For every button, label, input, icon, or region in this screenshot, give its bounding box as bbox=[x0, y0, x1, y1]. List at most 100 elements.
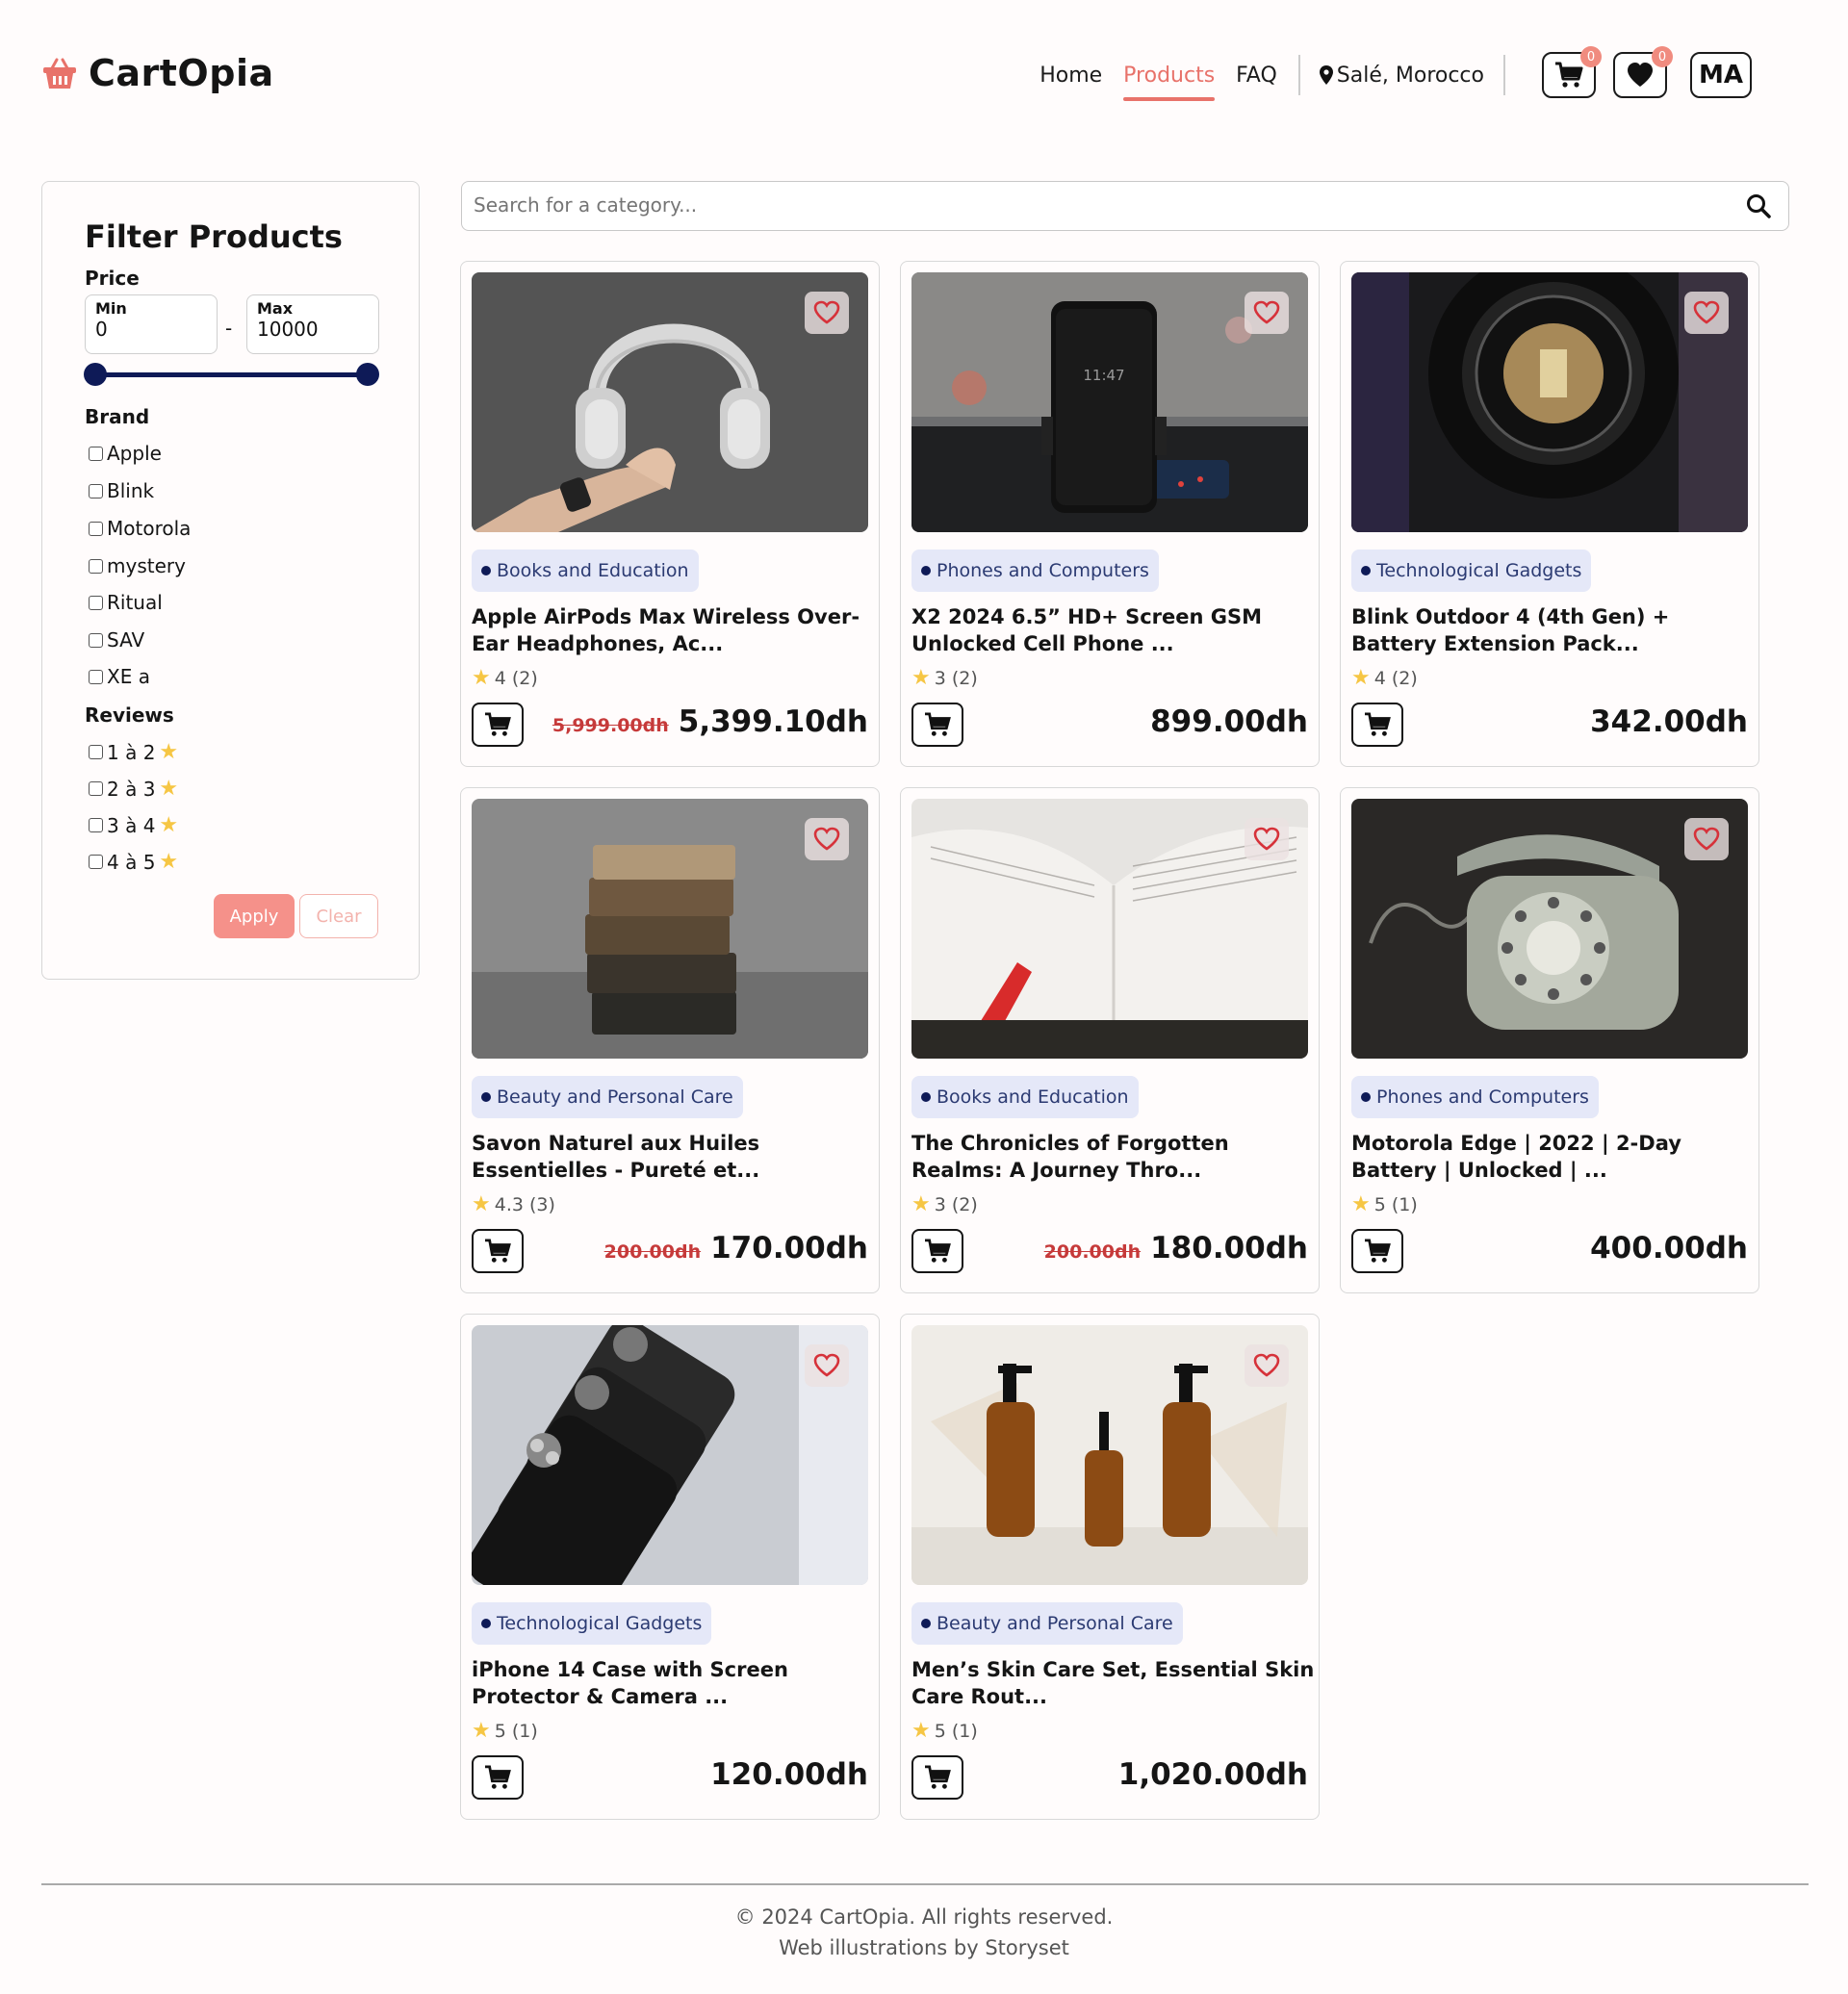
search-icon[interactable] bbox=[1746, 193, 1771, 218]
category-label: Beauty and Personal Care bbox=[937, 1613, 1173, 1634]
checkbox[interactable] bbox=[89, 745, 103, 759]
wishlist-button[interactable]: 0 bbox=[1613, 46, 1673, 98]
product-title[interactable]: X2 2024 6.5” HD+ Screen GSM Unlocked Cel… bbox=[911, 603, 1316, 657]
product-image[interactable] bbox=[472, 799, 868, 1059]
checkbox[interactable] bbox=[89, 818, 103, 832]
min-price-field[interactable]: Min 0 bbox=[85, 294, 218, 354]
product-card[interactable]: Books and Education Apple AirPods Max Wi… bbox=[460, 261, 880, 767]
checkbox[interactable] bbox=[89, 446, 103, 461]
search-input[interactable] bbox=[474, 193, 1725, 217]
brand-option[interactable]: Motorola bbox=[89, 517, 191, 540]
heart-outline-icon bbox=[1253, 1353, 1280, 1377]
category-tag[interactable]: Beauty and Personal Care bbox=[911, 1602, 1183, 1645]
product-rating: ★ 3 (2) bbox=[911, 1192, 978, 1216]
heart-outline-icon bbox=[1253, 827, 1280, 851]
price-slider-min-handle[interactable] bbox=[84, 363, 107, 386]
checkbox[interactable] bbox=[89, 781, 103, 796]
wishlist-toggle[interactable] bbox=[805, 818, 849, 860]
product-title[interactable]: Men’s Skin Care Set, Essential Skin Care… bbox=[911, 1656, 1316, 1710]
review-option[interactable]: 3 à 4 ★ bbox=[89, 813, 178, 837]
checkbox[interactable] bbox=[89, 595, 103, 610]
add-to-cart-button[interactable] bbox=[911, 703, 963, 747]
current-price: 400.00dh bbox=[1590, 1231, 1748, 1265]
add-to-cart-button[interactable] bbox=[1351, 703, 1403, 747]
category-tag[interactable]: Books and Education bbox=[472, 550, 699, 592]
price-slider-track[interactable] bbox=[96, 372, 368, 377]
dot-icon bbox=[481, 1619, 491, 1628]
product-title[interactable]: Blink Outdoor 4 (4th Gen) + Battery Exte… bbox=[1351, 603, 1756, 657]
add-to-cart-button[interactable] bbox=[911, 1229, 963, 1273]
category-tag[interactable]: Beauty and Personal Care bbox=[472, 1076, 743, 1118]
review-option[interactable]: 4 à 5 ★ bbox=[89, 850, 178, 874]
product-title[interactable]: iPhone 14 Case with Screen Protector & C… bbox=[472, 1656, 876, 1710]
nav-faq[interactable]: FAQ bbox=[1236, 64, 1277, 88]
max-price-field[interactable]: Max 10000 bbox=[246, 294, 379, 354]
add-to-cart-button[interactable] bbox=[911, 1755, 963, 1800]
category-tag[interactable]: Technological Gadgets bbox=[472, 1602, 712, 1645]
product-title[interactable]: Savon Naturel aux Huiles Essentielles - … bbox=[472, 1130, 876, 1184]
category-tag[interactable]: Technological Gadgets bbox=[1351, 550, 1592, 592]
product-image[interactable]: 11:47 bbox=[911, 272, 1308, 532]
brand-option[interactable]: Ritual bbox=[89, 591, 163, 614]
product-card[interactable]: Books and Education The Chronicles of Fo… bbox=[900, 787, 1320, 1293]
wishlist-toggle[interactable] bbox=[1245, 292, 1289, 334]
rating-text: 5 (1) bbox=[1373, 1193, 1418, 1215]
clear-button[interactable]: Clear bbox=[299, 894, 378, 938]
checkbox[interactable] bbox=[89, 483, 103, 498]
product-card[interactable]: Beauty and Personal Care Men’s Skin Care… bbox=[900, 1314, 1320, 1820]
price: 120.00dh bbox=[710, 1757, 868, 1792]
add-to-cart-button[interactable] bbox=[472, 703, 524, 747]
product-card[interactable]: Technological Gadgets Blink Outdoor 4 (4… bbox=[1340, 261, 1759, 767]
product-image[interactable] bbox=[911, 1325, 1308, 1585]
location[interactable]: Salé, Morocco bbox=[1319, 64, 1484, 88]
add-to-cart-button[interactable] bbox=[472, 1755, 524, 1800]
max-value: 10000 bbox=[257, 318, 319, 341]
wishlist-toggle[interactable] bbox=[1245, 1344, 1289, 1387]
wishlist-toggle[interactable] bbox=[1684, 292, 1729, 334]
product-rating: ★ 4.3 (3) bbox=[472, 1192, 555, 1216]
nav-products[interactable]: Products bbox=[1123, 64, 1216, 101]
price-slider-max-handle[interactable] bbox=[356, 363, 379, 386]
nav-home[interactable]: Home bbox=[1040, 64, 1102, 88]
filter-title: Filter Products bbox=[85, 218, 343, 255]
checkbox[interactable] bbox=[89, 855, 103, 869]
add-to-cart-button[interactable] bbox=[1351, 1229, 1403, 1273]
copyright-text: © 2024 CartOpia. All rights reserved. bbox=[734, 1905, 1114, 1929]
product-image[interactable] bbox=[472, 1325, 868, 1585]
wishlist-toggle[interactable] bbox=[1684, 818, 1729, 860]
product-card[interactable]: Beauty and Personal Care Savon Naturel a… bbox=[460, 787, 880, 1293]
brand-option[interactable]: Blink bbox=[89, 479, 154, 502]
review-option[interactable]: 2 à 3 ★ bbox=[89, 777, 178, 801]
category-tag[interactable]: Books and Education bbox=[911, 1076, 1139, 1118]
checkbox[interactable] bbox=[89, 632, 103, 648]
product-image[interactable] bbox=[1351, 799, 1748, 1059]
wishlist-toggle[interactable] bbox=[805, 292, 849, 334]
product-title[interactable]: Motorola Edge | 2022 | 2-Day Battery | U… bbox=[1351, 1130, 1756, 1184]
product-title[interactable]: The Chronicles of Forgotten Realms: A Jo… bbox=[911, 1130, 1316, 1184]
checkbox[interactable] bbox=[89, 521, 103, 536]
user-avatar[interactable]: MA bbox=[1690, 52, 1752, 98]
product-card[interactable]: Technological Gadgets iPhone 14 Case wit… bbox=[460, 1314, 880, 1820]
brand-option[interactable]: XE a bbox=[89, 665, 150, 688]
apply-button[interactable]: Apply bbox=[214, 894, 295, 938]
product-title[interactable]: Apple AirPods Max Wireless Over-Ear Head… bbox=[472, 603, 876, 657]
product-image[interactable] bbox=[1351, 272, 1748, 532]
brand-option[interactable]: SAV bbox=[89, 628, 144, 652]
checkbox[interactable] bbox=[89, 669, 103, 684]
product-card[interactable]: Phones and Computers Motorola Edge | 202… bbox=[1340, 787, 1759, 1293]
logo[interactable]: CartOpia bbox=[40, 52, 274, 94]
wishlist-toggle[interactable] bbox=[805, 1344, 849, 1387]
credit-link[interactable]: Web illustrations by Storyset bbox=[0, 1936, 1848, 1959]
product-card[interactable]: 11:47 Phones and Computers X2 2024 6.5” … bbox=[900, 261, 1320, 767]
product-image[interactable] bbox=[472, 272, 868, 532]
wishlist-toggle[interactable] bbox=[1245, 818, 1289, 860]
brand-option[interactable]: Apple bbox=[89, 442, 162, 465]
checkbox[interactable] bbox=[89, 558, 103, 574]
brand-option[interactable]: mystery bbox=[89, 554, 186, 577]
category-tag[interactable]: Phones and Computers bbox=[911, 550, 1159, 592]
category-tag[interactable]: Phones and Computers bbox=[1351, 1076, 1599, 1118]
add-to-cart-button[interactable] bbox=[472, 1229, 524, 1273]
review-option[interactable]: 1 à 2 ★ bbox=[89, 740, 178, 764]
product-image[interactable] bbox=[911, 799, 1308, 1059]
cart-button[interactable]: 0 bbox=[1542, 46, 1602, 98]
